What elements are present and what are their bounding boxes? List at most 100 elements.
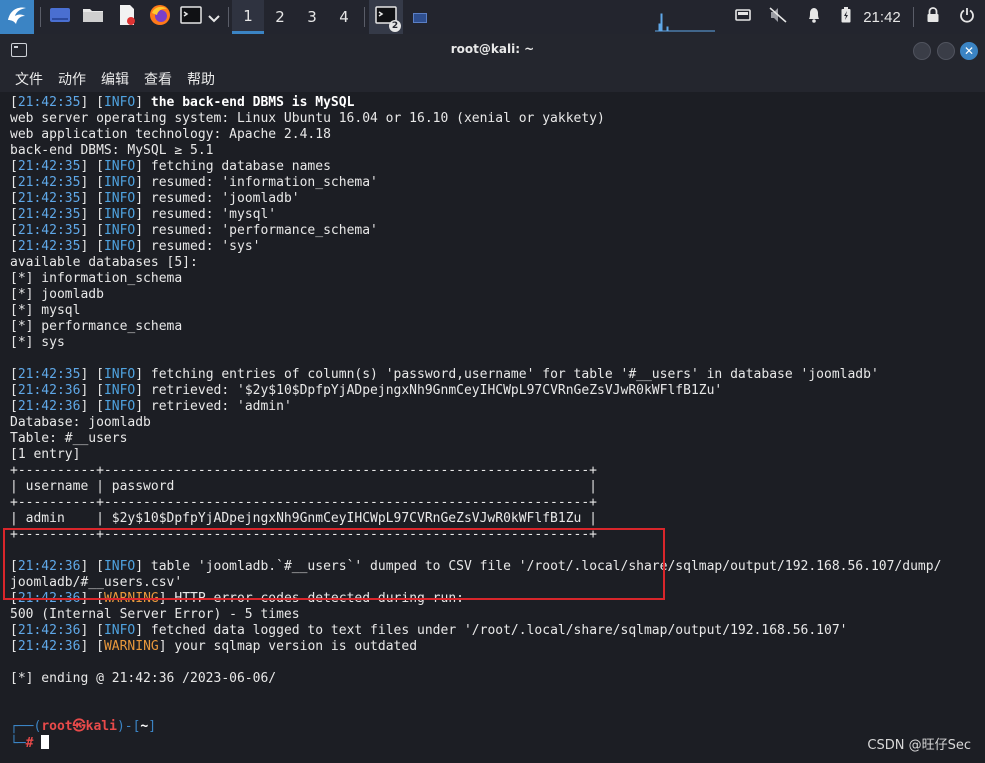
- text-editor-icon: [117, 4, 137, 30]
- terminal-text-segment: 21:42:35: [17, 191, 81, 206]
- terminal-text-segment: +----------+----------------------------…: [10, 463, 597, 478]
- terminal-text-segment: [*] mysql: [10, 303, 81, 318]
- volume-button[interactable]: [766, 0, 790, 34]
- terminal-launcher-button[interactable]: [179, 0, 203, 34]
- cpu-graph: [655, 0, 715, 34]
- notifications-button[interactable]: [802, 0, 826, 34]
- terminal-text-segment: └─: [10, 736, 26, 751]
- menu-help[interactable]: 帮助: [187, 69, 215, 89]
- launcher-dropdown-button[interactable]: [205, 0, 223, 34]
- workspace-2[interactable]: 2: [264, 0, 296, 34]
- minimize-button[interactable]: [913, 42, 931, 60]
- window-titlebar[interactable]: root@kali: ~ ✕: [0, 34, 985, 66]
- terminal-line: web application technology: Apache 2.4.1…: [10, 127, 980, 143]
- firefox-button[interactable]: [147, 0, 173, 34]
- terminal-text-segment: 21:42:36: [17, 639, 81, 654]
- terminal-line: [21:42:36] [WARNING] your sqlmap version…: [10, 639, 980, 655]
- terminal-text-segment: 21:42:36: [17, 399, 81, 414]
- workspace-1[interactable]: 1: [232, 0, 264, 34]
- terminal-text-segment: ] your sqlmap version is outdated: [158, 639, 418, 654]
- taskbar: 1 2 3 4 2 21:42: [0, 0, 985, 34]
- terminal-line: [21:42:35] [INFO] the back-end DBMS is M…: [10, 95, 980, 111]
- terminal-text-segment: INFO: [103, 239, 136, 254]
- show-desktop-button[interactable]: [47, 0, 73, 34]
- terminal-line: Database: joomladb: [10, 415, 980, 431]
- workspace-4[interactable]: 4: [328, 0, 360, 34]
- menu-file[interactable]: 文件: [15, 69, 43, 89]
- terminal-text-segment: WARNING: [103, 639, 159, 654]
- terminal-lines: [21:42:35] [INFO] the back-end DBMS is M…: [10, 95, 980, 751]
- window-icon: [413, 8, 427, 27]
- terminal-text-segment: +----------+----------------------------…: [10, 495, 597, 510]
- terminal-line: └─#: [10, 735, 980, 751]
- terminal-text-segment: 21:42:36: [17, 383, 81, 398]
- terminal-text-segment: [*] joomladb: [10, 287, 104, 302]
- terminal-text-segment: ] fetching database names: [135, 159, 331, 174]
- terminal-text-segment: INFO: [103, 207, 136, 222]
- maximize-button[interactable]: [937, 42, 955, 60]
- terminal-text-segment: ] resumed: 'joomladb': [135, 191, 300, 206]
- taskbar-separator: [228, 7, 229, 27]
- terminal-line: [21:42:35] [INFO] fetching database name…: [10, 159, 980, 175]
- close-button[interactable]: ✕: [960, 42, 978, 60]
- kali-menu-button[interactable]: [0, 0, 34, 34]
- terminal-line: [21:42:35] [INFO] resumed: 'mysql': [10, 207, 980, 223]
- menu-edit[interactable]: 编辑: [101, 69, 129, 89]
- menu-view[interactable]: 查看: [144, 69, 172, 89]
- terminal-line: [*] performance_schema: [10, 319, 980, 335]
- workspace-3[interactable]: 3: [296, 0, 328, 34]
- terminal-text-segment: | admin | $2y$10$DpfpYjADpejngxNh9GnmCey…: [10, 511, 597, 526]
- terminal-text-segment: INFO: [103, 191, 136, 206]
- terminal-text-segment: 21:42:35: [17, 223, 81, 238]
- terminal-text-segment: ] [: [80, 239, 104, 254]
- menubar: 文件 动作 编辑 查看 帮助: [0, 66, 985, 92]
- mute-icon: [769, 7, 787, 27]
- terminal-text-segment: ]: [135, 95, 151, 110]
- terminal-text-segment: ] [: [80, 383, 104, 398]
- terminal-text-segment: [: [10, 399, 18, 414]
- menu-actions[interactable]: 动作: [58, 69, 86, 89]
- terminal-text-segment: )-[: [116, 719, 141, 734]
- terminal-text-segment: back-end DBMS: MySQL ≥ 5.1: [10, 143, 214, 158]
- terminal-text-segment: ] [: [80, 191, 104, 206]
- battery-button[interactable]: [836, 0, 856, 34]
- taskbar-separator: [913, 7, 914, 27]
- battery-icon: [841, 7, 851, 27]
- terminal-icon: [180, 6, 202, 28]
- terminal-text-segment: 21:42:35: [17, 367, 81, 382]
- terminal-text-segment: web server operating system: Linux Ubunt…: [10, 111, 605, 126]
- result-table-highlight: [3, 528, 665, 600]
- terminal-scrollbar[interactable]: [981, 92, 985, 763]
- terminal-text-segment: INFO: [103, 623, 136, 638]
- terminal-text-segment: ] resumed: 'information_schema': [135, 175, 378, 190]
- text-editor-button[interactable]: [114, 0, 140, 34]
- chevron-down-icon: [208, 8, 220, 27]
- terminal-line: ┌──(root㉿kali)-[~]: [10, 719, 980, 735]
- terminal-line: [21:42:35] [INFO] resumed: 'joomladb': [10, 191, 980, 207]
- file-manager-button[interactable]: [80, 0, 106, 34]
- task-window-2[interactable]: [408, 0, 432, 34]
- screen-button[interactable]: [731, 0, 755, 34]
- window-count-badge: 2: [389, 20, 401, 32]
- terminal-text-segment: ] resumed: 'performance_schema': [135, 223, 378, 238]
- terminal-line: [21:42:36] [INFO] retrieved: 'admin': [10, 399, 980, 415]
- show-desktop-icon: [49, 6, 71, 28]
- task-terminal[interactable]: 2: [369, 0, 403, 34]
- terminal-text-segment: 21:42:35: [17, 207, 81, 222]
- terminal-output[interactable]: [21:42:35] [INFO] the back-end DBMS is M…: [0, 92, 985, 763]
- terminal-text-segment: ] [: [80, 623, 104, 638]
- terminal-text-segment: INFO: [103, 95, 136, 110]
- terminal-line: 500 (Internal Server Error) - 5 times: [10, 607, 980, 623]
- terminal-text-segment: ] [: [80, 367, 104, 382]
- lock-screen-button[interactable]: [921, 0, 945, 34]
- clock[interactable]: 21:42: [857, 0, 907, 34]
- terminal-text-segment: 500 (Internal Server Error) - 5 times: [10, 607, 300, 622]
- power-button[interactable]: [955, 0, 979, 34]
- terminal-line: [21:42:35] [INFO] resumed: 'performance_…: [10, 223, 980, 239]
- power-icon: [959, 7, 975, 27]
- terminal-line: [1 entry]: [10, 447, 980, 463]
- terminal-text-segment: Table: #__users: [10, 431, 128, 446]
